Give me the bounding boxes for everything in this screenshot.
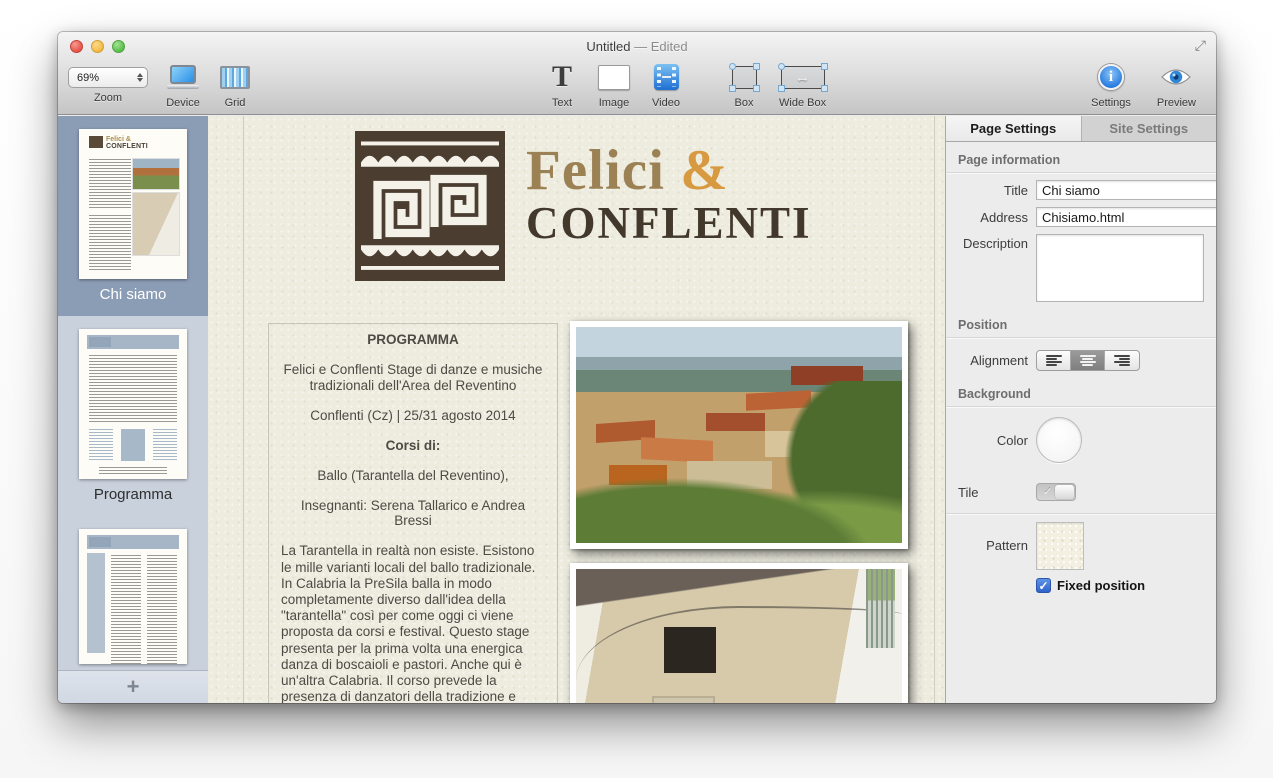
insert-image-button[interactable]: Image	[597, 61, 631, 109]
stepper-icon	[137, 73, 143, 82]
preview-label: Preview	[1156, 97, 1196, 109]
wide-box-icon: ↔	[777, 62, 828, 92]
image-icon	[598, 64, 630, 90]
zoom-control[interactable]: 69% Zoom	[68, 61, 148, 104]
description-field[interactable]	[1036, 234, 1204, 302]
settings-button[interactable]: i Settings	[1091, 61, 1131, 109]
address-label: Address	[980, 209, 1028, 225]
align-center-icon	[1079, 354, 1096, 367]
settings-label: Settings	[1091, 97, 1131, 109]
site-logo-text[interactable]: Felici & CONFLENTI	[526, 138, 812, 249]
align-left-button[interactable]	[1037, 351, 1071, 370]
zoom-value: 69%	[77, 71, 100, 84]
wide-box-label: Wide Box	[779, 97, 827, 109]
page-information-header: Page information	[958, 153, 1061, 167]
document-title: Untitled	[586, 39, 631, 54]
position-header: Position	[958, 318, 1008, 332]
fixed-position-checkbox[interactable]: ✓	[1036, 578, 1051, 593]
sidebar-item-programma[interactable]: Programma	[58, 316, 208, 516]
plus-icon: +	[126, 674, 140, 699]
description-label: Description	[962, 236, 1028, 251]
add-page-button[interactable]: +	[58, 670, 208, 703]
pattern-label: Pattern	[986, 538, 1028, 553]
color-label: Color	[996, 432, 1028, 448]
tile-toggle[interactable]: ✓	[1036, 483, 1076, 501]
inspector-tab-bar: Page Settings Site Settings	[946, 116, 1216, 142]
text-label: Text	[551, 97, 573, 109]
device-button[interactable]: Device	[166, 61, 200, 109]
titlebar-toolbar: Untitled — Edited ⤢ 69% Zoom Device Grid	[58, 32, 1216, 115]
grid-button[interactable]: Grid	[218, 61, 252, 109]
page-canvas[interactable]: Felici & CONFLENTI PROGRAMMA Felici e Co…	[208, 116, 945, 703]
address-field[interactable]	[1036, 207, 1216, 227]
village-photo-image	[576, 327, 902, 543]
align-left-icon	[1045, 354, 1062, 367]
app-window: Untitled — Edited ⤢ 69% Zoom Device Grid	[58, 32, 1216, 703]
page-boundary-left	[243, 116, 244, 703]
info-circle-icon: i	[1098, 64, 1124, 90]
box-label: Box	[734, 97, 754, 109]
page-thumbnail	[79, 329, 187, 479]
courses-heading: Corsi di:	[385, 437, 441, 453]
insert-box-button[interactable]: Box	[727, 61, 761, 109]
insert-text-button[interactable]: T Text	[545, 60, 579, 110]
site-logo-mark[interactable]	[355, 131, 505, 281]
building-photo-image	[576, 569, 902, 703]
settings-inspector: Page Settings Site Settings Page informa…	[945, 116, 1216, 703]
fullscreen-icon[interactable]: ⤢	[1195, 37, 1206, 54]
tab-site-settings[interactable]: Site Settings	[1082, 116, 1217, 141]
align-right-icon	[1114, 354, 1130, 367]
check-icon: ✓	[1043, 486, 1053, 498]
page-label: Chi siamo	[99, 286, 167, 303]
background-header: Background	[958, 387, 1031, 401]
village-hillside-photo[interactable]	[570, 321, 908, 549]
tab-page-settings[interactable]: Page Settings	[946, 116, 1082, 141]
fixed-position-label: Fixed position	[1057, 578, 1146, 593]
alignment-segmented-control	[1036, 350, 1140, 371]
device-label: Device	[166, 97, 200, 109]
program-text-block[interactable]: PROGRAMMA Felici e Conflenti Stage di da…	[268, 323, 558, 703]
zoom-label: Zoom	[93, 92, 123, 104]
tile-label: Tile	[958, 484, 979, 500]
teachers-line: Insegnanti: Serena Tallarico e Andrea Br…	[300, 497, 526, 529]
align-right-button[interactable]	[1105, 351, 1139, 370]
image-label: Image	[598, 97, 630, 109]
program-heading: PROGRAMMA	[367, 332, 459, 347]
program-date: Conflenti (Cz) | 25/31 agosto 2014	[310, 407, 516, 423]
background-color-well[interactable]	[1036, 417, 1082, 463]
grid-label: Grid	[224, 97, 246, 109]
zoom-dropdown[interactable]: 69%	[68, 67, 148, 88]
insert-video-button[interactable]: Video	[649, 61, 683, 109]
pattern-swatch[interactable]	[1036, 522, 1084, 570]
sidebar-item-page-3[interactable]	[58, 516, 208, 671]
building-facade-photo[interactable]	[570, 563, 908, 703]
edited-status: — Edited	[634, 39, 688, 54]
box-icon	[728, 62, 760, 92]
insert-wide-box-button[interactable]: ↔ Wide Box	[777, 61, 828, 109]
laptop-icon	[167, 64, 199, 90]
align-center-button[interactable]	[1071, 351, 1105, 370]
program-paragraph: La Tarantella in realtà non esiste. Esis…	[281, 543, 536, 703]
ampersand: &	[664, 139, 729, 202]
page-label: Programma	[93, 486, 173, 503]
video-label: Video	[652, 97, 680, 109]
page-boundary-right	[934, 116, 935, 703]
preview-button[interactable]: Preview	[1157, 61, 1196, 109]
page-thumbnail: Felici & CONFLENTI	[79, 129, 187, 279]
pages-sidebar: Felici & CONFLENTI Chi siamo Programma +	[58, 116, 208, 703]
page-thumbnail	[79, 529, 187, 664]
video-icon	[653, 64, 679, 90]
course-line: Ballo (Tarantella del Reventino),	[317, 467, 509, 483]
title-label: Title	[1003, 182, 1028, 198]
text-icon: T	[551, 60, 572, 93]
program-intro: Felici e Conflenti Stage di danze e musi…	[283, 361, 543, 393]
title-field[interactable]	[1036, 180, 1216, 200]
alignment-label: Alignment	[970, 353, 1028, 368]
window-title: Untitled — Edited	[58, 39, 1216, 54]
grid-icon	[220, 65, 250, 89]
eye-icon	[1161, 69, 1192, 85]
sidebar-item-chi-siamo[interactable]: Felici & CONFLENTI Chi siamo	[58, 116, 208, 316]
